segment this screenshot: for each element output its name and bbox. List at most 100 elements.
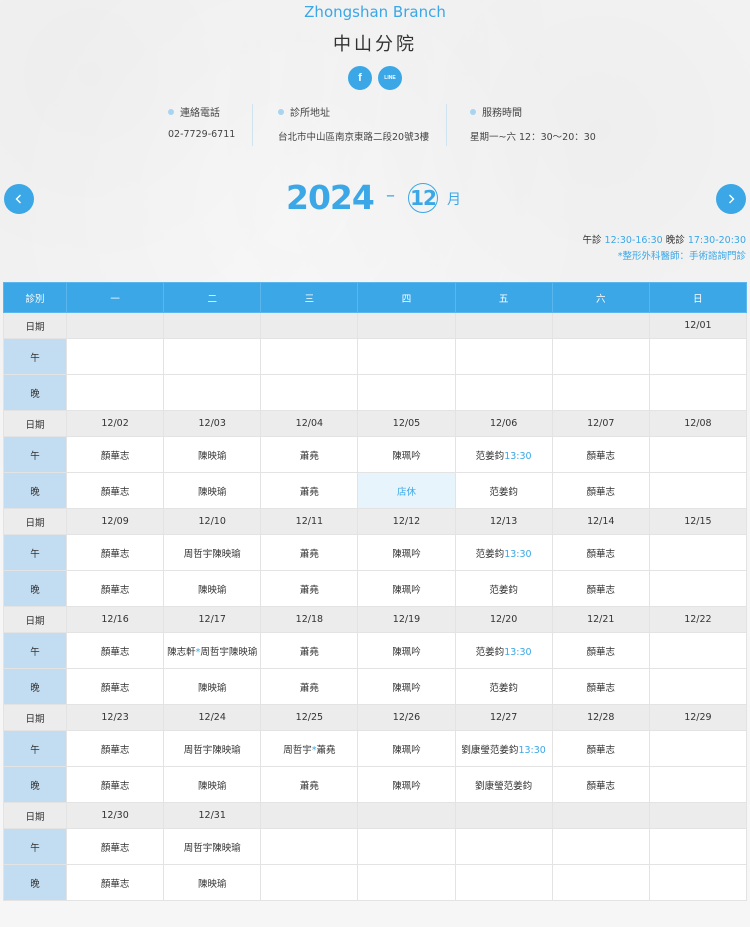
doctor-name: 顏華志	[100, 780, 130, 792]
date-cell	[163, 312, 262, 339]
doctor-name: 陳珮吟	[392, 682, 421, 694]
doctor-name: 周哲宇陳映瑜	[183, 548, 241, 560]
bullet-icon	[278, 108, 284, 115]
doctor-cell: 顏華志	[65, 766, 165, 803]
row-label: 午	[3, 730, 67, 767]
date-cell: 12/15	[648, 508, 748, 535]
closed-cell: 店休	[357, 472, 456, 509]
doctor-cell: 周哲宇陳映瑜	[163, 828, 262, 865]
date-cell: 12/21	[551, 606, 650, 633]
date-cell	[551, 312, 650, 339]
doctor-cell: 陳映瑜	[163, 668, 262, 705]
doctor-name: 陳映瑜	[197, 584, 227, 596]
doctor-cell: 范姜鈞	[454, 472, 553, 509]
schedule-table: 診別一二三四五六日 日期 12/01 午晚日期 12/02 12/03 12/04 12/0…	[3, 282, 748, 901]
date-row: 日期 12/09 12/10 12/11 12/12 12/13 12/14 12/15	[3, 508, 748, 535]
doctor-cell: 陳珮吟	[357, 436, 456, 473]
doctor-cell	[648, 436, 748, 473]
date-cell: 12/29	[648, 704, 748, 731]
date-cell: 12/01	[648, 312, 748, 339]
branch-name-en: Zhongshan Branch	[304, 3, 446, 21]
doctor-cell	[648, 864, 748, 901]
doctor-name: 陳映瑜	[197, 682, 227, 694]
doctor-name: 范姜鈞	[489, 486, 518, 498]
doctor-cell: 顏華志	[551, 668, 650, 705]
row-label: 晚	[3, 766, 67, 803]
date-row: 日期 12/23 12/24 12/25 12/26 12/27 12/28 12/29	[3, 704, 748, 731]
doctor-name: 蕭堯	[299, 682, 319, 694]
doctor-name: 陳映瑜	[197, 450, 227, 462]
header-weekday: 二	[163, 282, 262, 313]
doctor-name: 陳珮吟	[392, 780, 421, 792]
doctor-cell: 陳珮吟	[357, 766, 456, 803]
date-cell	[260, 312, 359, 339]
date-row: 日期 12/02 12/03 12/04 12/05 12/06 12/07 12/08	[3, 410, 748, 437]
date-cell: 12/07	[551, 410, 650, 437]
doctor-name: 顏華志	[586, 486, 616, 498]
date-cell	[551, 802, 650, 829]
chevron-left-icon[interactable]	[4, 184, 34, 214]
doctor-name: 陳映瑜	[197, 486, 227, 498]
date-label: 日期	[3, 508, 67, 535]
surgeon-note: *整形外科醫師：手術諮詢門診	[617, 251, 746, 262]
evening-row: 晚 顏華志 陳映瑜 蕭堯 陳珮吟 范姜鈞 顏華志	[3, 570, 748, 607]
doctor-name: 顏華志	[100, 486, 130, 498]
doctor-cell: 周哲宇*蕭堯	[260, 730, 359, 767]
doctor-cell	[551, 374, 650, 411]
row-label: 晚	[3, 668, 67, 705]
phone-value[interactable]: 02-7729-6711	[168, 129, 235, 140]
doctor-cell: 顏華志	[65, 534, 165, 571]
line-icon[interactable]: LINE	[378, 66, 402, 90]
date-cell: 12/30	[65, 802, 165, 829]
start-time: 13:30	[504, 450, 532, 462]
doctor-cell	[65, 338, 165, 375]
doctor-name: 陳珮吟	[392, 646, 421, 658]
date-cell: 12/17	[163, 606, 262, 633]
doctor-cell: 蕭堯	[260, 632, 359, 669]
doctor-name: 蕭堯	[299, 548, 319, 560]
header-weekday: 三	[260, 282, 359, 313]
date-cell: 12/12	[357, 508, 456, 535]
doctor-cell: 顏華志	[65, 436, 165, 473]
header-weekday: 六	[551, 282, 650, 313]
evening-row: 晚 顏華志 陳映瑜 蕭堯 陳珮吟 劉康瑩范姜鈞 顏華志	[3, 766, 748, 803]
evening-time: 17:30-20:30	[687, 235, 746, 246]
noon-row: 午	[3, 338, 748, 375]
doctor-cell	[260, 828, 359, 865]
date-cell	[65, 312, 165, 339]
doctor-cell: 陳映瑜	[163, 570, 262, 607]
doctor-name: 范姜鈞	[489, 682, 518, 694]
closed-label: 店休	[396, 486, 416, 498]
date-cell: 12/20	[454, 606, 553, 633]
doctor-name: 蕭堯	[299, 450, 319, 462]
doctor-name: 陳映瑜	[197, 878, 227, 890]
date-label: 日期	[3, 410, 67, 437]
evening-row: 晚 顏華志 陳映瑜 蕭堯 店休 范姜鈞 顏華志	[3, 472, 748, 509]
date-cell: 12/24	[163, 704, 262, 731]
doctor-cell	[648, 730, 748, 767]
facebook-icon[interactable]: f	[348, 66, 372, 90]
chevron-right-icon[interactable]	[716, 184, 746, 214]
date-label: 日期	[3, 312, 67, 339]
doctor-cell: 范姜鈞	[454, 570, 553, 607]
doctor-cell: 顏華志	[551, 632, 650, 669]
doctor-name: 顏華志	[586, 548, 616, 560]
date-cell: 12/25	[260, 704, 359, 731]
doctor-cell	[648, 534, 748, 571]
doctor-cell: 顏華志	[65, 828, 165, 865]
doctor-cell: 顏華志	[551, 534, 650, 571]
social-links: f LINE	[348, 66, 402, 90]
doctor-cell: 蕭堯	[260, 534, 359, 571]
doctor-cell: 蕭堯	[260, 436, 359, 473]
doctor-name: 顏華志	[586, 744, 616, 756]
date-cell: 12/22	[648, 606, 748, 633]
doctor-name: 蕭堯	[299, 486, 319, 498]
doctor-cell: 蕭堯	[260, 766, 359, 803]
doctor-name: 周哲宇陳映瑜	[200, 646, 258, 658]
doctor-cell: 蕭堯	[260, 668, 359, 705]
noon-row: 午 顏華志 陳志軒*周哲宇陳映瑜 蕭堯 陳珮吟 范姜鈞13:30 顏華志	[3, 632, 748, 669]
doctor-cell	[648, 828, 748, 865]
doctor-name: 蕭堯	[299, 584, 319, 596]
header-weekday: 日	[648, 282, 748, 313]
doctor-cell	[454, 374, 553, 411]
